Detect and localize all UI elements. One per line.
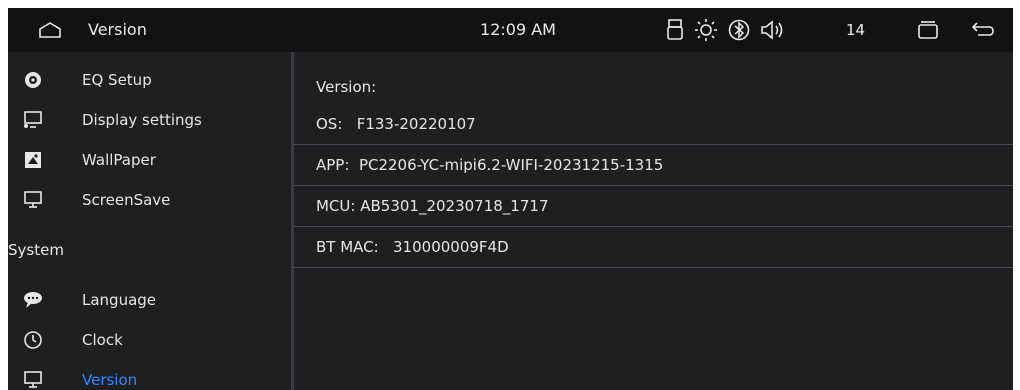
- brightness-icon: [694, 18, 718, 46]
- version-panel: Version: OS: F133-20220107 APP: PC2206-Y…: [294, 60, 1013, 390]
- page-title: Version: [88, 20, 147, 39]
- clock-icon: [22, 330, 44, 350]
- sidebar-item-screensave[interactable]: ScreenSave: [8, 180, 290, 220]
- sidebar-item-wallpaper[interactable]: WallPaper: [8, 140, 290, 180]
- sidebar-section-system: System: [8, 230, 290, 270]
- row-value: F133-20220107: [356, 115, 476, 133]
- volume-level: 14: [846, 21, 866, 39]
- sidebar-item-label: WallPaper: [82, 151, 156, 169]
- bluetooth-icon: [728, 18, 750, 46]
- screen: Version 12:09 AM 14 EQ Setup Display set…: [8, 8, 1013, 390]
- sidebar-item-clock[interactable]: Clock: [8, 320, 290, 360]
- row-key: MCU:: [316, 197, 356, 215]
- sidebar-item-label: Clock: [82, 331, 123, 349]
- sidebar-item-label: Version: [82, 371, 138, 389]
- display-icon: [22, 110, 44, 130]
- row-key: APP:: [316, 156, 350, 174]
- wallpaper-icon: [22, 150, 44, 170]
- settings-sidebar: EQ Setup Display settings WallPaper Scre…: [8, 60, 290, 390]
- section-title: System: [8, 241, 64, 259]
- volume-icon: [760, 18, 786, 46]
- sidebar-item-label: ScreenSave: [82, 191, 171, 209]
- sidebar-item-label: EQ Setup: [82, 71, 152, 89]
- back-icon[interactable]: [970, 20, 996, 44]
- row-value: AB5301_20230718_1717: [360, 197, 549, 215]
- version-row-os: OS: F133-20220107: [294, 104, 1013, 145]
- sidebar-item-version[interactable]: Version: [8, 360, 290, 390]
- row-key: OS:: [316, 115, 343, 133]
- recent-apps-icon[interactable]: [916, 20, 940, 44]
- sidebar-item-label: Display settings: [82, 111, 202, 129]
- monitor-icon: [22, 370, 44, 390]
- sidebar-item-language[interactable]: Language: [8, 280, 290, 320]
- version-row-app: APP: PC2206-YC-mipi6.2-WIFI-20231215-131…: [294, 145, 1013, 186]
- row-value: PC2206-YC-mipi6.2-WIFI-20231215-1315: [358, 156, 664, 174]
- sidebar-item-label: Language: [82, 291, 157, 309]
- row-value: 310000009F4D: [393, 238, 509, 256]
- monitor-icon: [22, 190, 44, 210]
- status-bar: Version 12:09 AM 14: [8, 8, 1013, 52]
- version-row-bt-mac: BT MAC: 310000009F4D: [294, 227, 1013, 268]
- home-icon[interactable]: [38, 20, 62, 40]
- eq-icon: [22, 70, 44, 90]
- sidebar-item-display-settings[interactable]: Display settings: [8, 100, 290, 140]
- row-key: BT MAC:: [316, 238, 379, 256]
- clock-time: 12:09 AM: [480, 20, 556, 39]
- chat-icon: [22, 290, 44, 310]
- version-header: Version:: [316, 78, 377, 96]
- version-row-mcu: MCU: AB5301_20230718_1717: [294, 186, 1013, 227]
- usb-icon: [666, 18, 684, 46]
- sidebar-item-eq-setup[interactable]: EQ Setup: [8, 60, 290, 100]
